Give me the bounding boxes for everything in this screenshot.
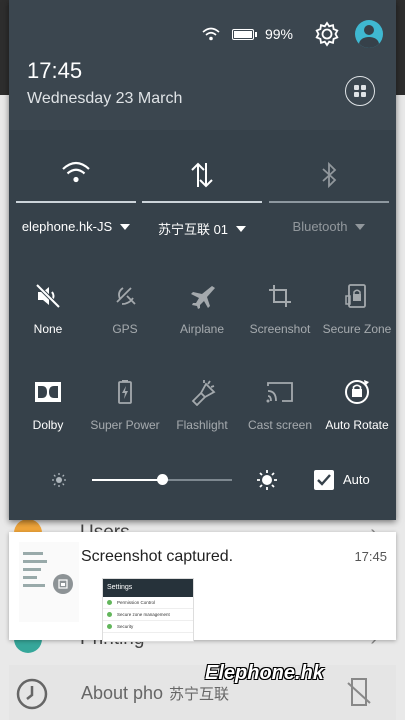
toggle-auto-rotate[interactable]: Auto Rotate [319,374,395,454]
gps-icon [116,287,136,305]
preview-row: Secure zone management [103,609,193,621]
gear-icon[interactable] [313,20,341,48]
airplane-icon [191,286,215,309]
apps-grid-button[interactable] [345,76,375,106]
screenshot-badge-icon [53,574,73,594]
flashlight-icon [191,380,216,406]
about-icon [16,678,48,710]
toggle-label: Super Power [90,418,160,432]
user-avatar-icon[interactable] [355,20,383,48]
screenshot-preview: Settings Permission Control Secure zone … [102,578,194,642]
toggle-label: Screenshot [249,322,311,336]
wifi-tile[interactable]: elephone.hk-JS [16,150,136,240]
wifi-icon [62,161,90,183]
mute-icon [35,283,61,309]
elephone-watermark: Elephone.hk [205,662,324,684]
toggle-label: Airplane [179,322,225,336]
toggle-flashlight[interactable]: Flashlight [164,374,240,454]
clock-date: Wednesday 23 March [27,90,183,107]
crop-icon [269,285,291,307]
wifi-signal-icon [202,27,220,41]
auto-brightness-label: Auto [343,472,370,487]
preview-row: Permission Control [103,597,193,609]
toggle-label: Auto Rotate [325,418,389,432]
toggle-gps[interactable]: GPS [87,278,163,358]
toggle-label: Secure Zone [322,322,392,336]
preview-header: Settings [103,579,193,597]
preview-row: Security [103,621,193,633]
toggle-dolby[interactable]: Dolby [10,374,86,454]
carrier-dropdown[interactable]: 苏宁互联 01 [142,219,262,238]
notification-time: 17:45 [354,549,387,564]
toggle-label: Cast screen [247,418,313,432]
dolby-icon [35,382,61,402]
dropdown-caret-icon [236,225,247,232]
brightness-high-icon [257,470,277,490]
brightness-row: Auto [9,460,396,500]
toggle-cast-screen[interactable]: Cast screen [242,374,318,454]
notification-title: Screenshot captured. [81,548,234,565]
toggle-super-power[interactable]: Super Power [87,374,163,454]
auto-rotate-icon [345,380,369,404]
toggle-label: GPS [112,322,138,336]
battery-percent: 99% [264,26,293,42]
toggle-label: None [33,322,63,336]
bluetooth-tile[interactable]: Bluetooth [269,150,389,240]
mobile-data-icon [191,162,213,188]
battery-icon [231,28,257,40]
status-bar: 99% [202,20,396,48]
screen-record-icon [347,678,371,706]
quick-settings-panel: 99% 17:45 Wednesday 23 March elephone.hk… [9,0,396,520]
bluetooth-icon [322,161,337,189]
wifi-network-dropdown[interactable]: elephone.hk-JS [16,219,136,234]
screenshot-notification[interactable]: Screenshot captured. 17:45 Settings Perm… [9,532,396,642]
toggle-airplane[interactable]: Airplane [164,278,240,358]
brightness-slider-thumb[interactable] [157,474,168,485]
clock-time: 17:45 [27,58,83,83]
mobile-data-tile[interactable]: 苏宁互联 01 [142,150,262,240]
checkmark-icon [317,474,331,486]
toggle-screenshot[interactable]: Screenshot [242,278,318,358]
brightness-low-icon [52,473,66,487]
about-label: About pho [81,683,164,703]
bg-row-about: About pho 苏宁互联 [9,665,396,720]
toggle-label: Dolby [32,418,64,432]
watermark-cn-text: 苏宁互联 [169,686,230,703]
toggle-secure-zone[interactable]: Secure Zone [319,278,395,358]
grid-icon [354,85,366,97]
battery-bolt-icon [118,380,132,404]
toggle-sound-none[interactable]: None [10,278,86,358]
bluetooth-dropdown[interactable]: Bluetooth [269,219,389,234]
secure-zone-icon [345,284,366,308]
auto-brightness-checkbox[interactable] [314,470,334,490]
dropdown-caret-icon [120,223,131,230]
dropdown-caret-icon [355,223,366,230]
cast-icon [266,382,293,403]
toggle-label: Flashlight [176,418,228,432]
shade-header: 99% 17:45 Wednesday 23 March [9,0,396,130]
